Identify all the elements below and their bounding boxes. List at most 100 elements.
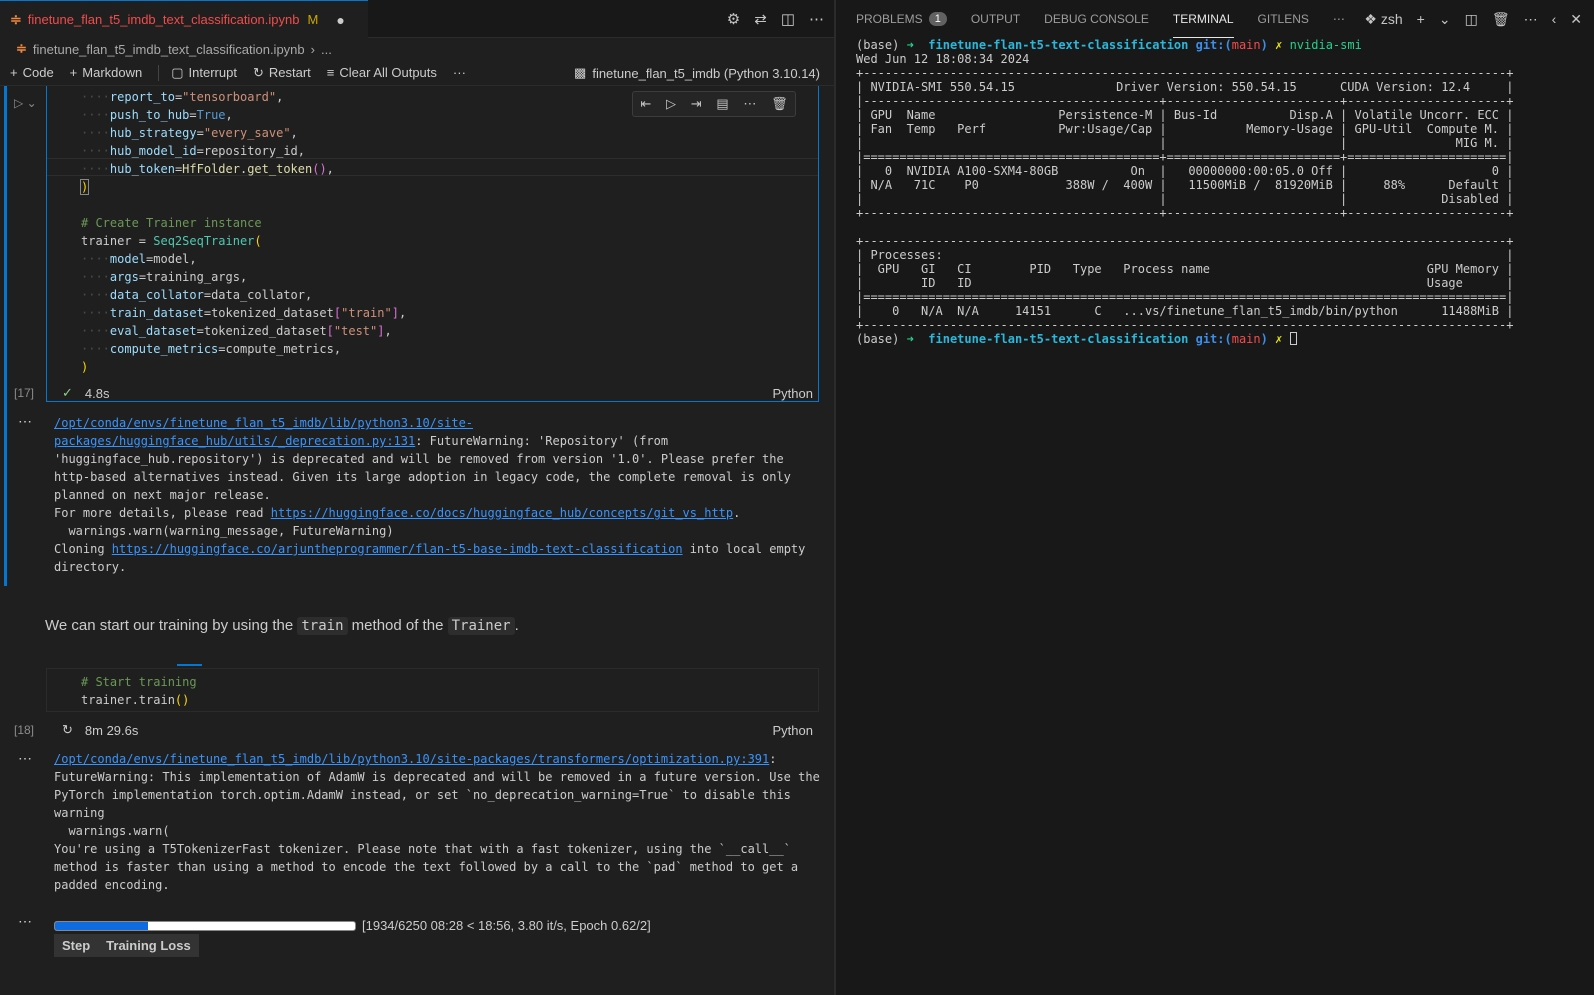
- interrupt-button[interactable]: ▢ Interrupt: [171, 65, 237, 81]
- kill-terminal-icon[interactable]: 🗑: [1492, 11, 1510, 28]
- stop-square-icon: ▢: [171, 64, 184, 80]
- close-icon[interactable]: ✕: [1570, 11, 1582, 28]
- cell-toolbar: ⇤ ▷ ⇥ ▤ ⋯ 🗑: [632, 91, 796, 117]
- panel-tab-bar: PROBLEMS 1 OUTPUT DEBUG CONSOLE TERMINAL …: [836, 0, 1594, 38]
- plus-icon: +: [10, 65, 18, 80]
- chevron-left-icon[interactable]: ‹: [1552, 11, 1557, 27]
- plus-icon: +: [69, 65, 78, 80]
- code-line: ····hub_strategy="every_save",: [81, 126, 298, 140]
- terminal-cursor: [1289, 332, 1297, 345]
- nvidia-smi-output: +---------------------------------------…: [856, 66, 1514, 332]
- breadcrumb-file[interactable]: finetune_flan_t5_imdb_text_classificatio…: [33, 42, 305, 57]
- cell-output: /opt/conda/envs/finetune_flan_t5_imdb/li…: [54, 752, 820, 892]
- delete-cell-icon[interactable]: 🗑: [771, 96, 788, 112]
- code-line: ····report_to="tensorboard",: [81, 90, 284, 104]
- output-more-icon[interactable]: ⋯: [18, 413, 33, 430]
- code-line: ····train_dataset=tokenized_dataset["tra…: [81, 306, 407, 320]
- modified-badge: M: [307, 12, 319, 27]
- terminal-shell-selector[interactable]: ❖ zsh: [1364, 11, 1402, 28]
- run-cell-icon[interactable]: ▷: [666, 96, 676, 112]
- terminal-output[interactable]: (base) ➜ finetune-flan-t5-text-classific…: [856, 38, 1586, 346]
- output-link[interactable]: https://huggingface.co/docs/huggingface_…: [271, 506, 733, 520]
- run-cell-button[interactable]: ▷ ⌄: [14, 96, 37, 110]
- code-line: trainer.train(): [81, 693, 190, 707]
- cell-focus-indicator: [4, 86, 7, 586]
- settings-gear-icon[interactable]: ⚙: [727, 10, 740, 28]
- restart-button[interactable]: ↻ Restart: [253, 65, 311, 81]
- unsaved-dot-icon[interactable]: ●: [336, 12, 344, 28]
- cell-language[interactable]: Python: [773, 723, 813, 738]
- more-actions-icon[interactable]: ⋯: [809, 10, 824, 28]
- tab-terminal[interactable]: TERMINAL: [1172, 0, 1234, 38]
- run-below-icon[interactable]: ⇥: [691, 96, 702, 112]
- tab-output[interactable]: OUTPUT: [971, 0, 1020, 38]
- kernel-picker[interactable]: ▩ finetune_flan_t5_imdb (Python 3.10.14): [574, 60, 820, 86]
- breadcrumb-separator-icon: ›: [310, 41, 315, 57]
- kernel-icon: ▩: [574, 65, 587, 80]
- terminal-date: Wed Jun 12 18:08:34 2024: [856, 52, 1030, 66]
- add-code-cell-button[interactable]: + Code: [10, 65, 54, 80]
- restart-icon: ↻: [252, 64, 264, 80]
- training-progress: [1934/6250 08:28 < 18:56, 3.80 it/s, Epo…: [54, 918, 651, 933]
- clear-all-outputs-button[interactable]: ≡ Clear All Outputs: [327, 65, 437, 80]
- breadcrumb-more[interactable]: ...: [321, 42, 332, 57]
- code-line: ····eval_dataset=tokenized_dataset["test…: [81, 324, 392, 338]
- insert-cell-indicator: [177, 664, 202, 666]
- code-cell[interactable]: ····report_to="tensorboard", ····push_to…: [46, 86, 819, 402]
- jupyter-icon: ≑: [10, 11, 22, 27]
- notebook-toolbar: + Code + Markdown ▢ Interrupt ↻ Restart ≡ Cle…: [0, 60, 834, 86]
- notebook-editor: ≑ finetune_flan_t5_imdb_text_classificat…: [0, 0, 834, 995]
- split-cell-icon[interactable]: ▤: [716, 96, 728, 112]
- chevron-down-icon[interactable]: ⌄: [1439, 11, 1451, 28]
- breadcrumb: ≑ finetune_flan_t5_imdb_text_classificat…: [0, 38, 834, 60]
- editor-tab-notebook[interactable]: ≑ finetune_flan_t5_imdb_text_classificat…: [0, 0, 368, 38]
- output-link[interactable]: /opt/conda/envs/finetune_flan_t5_imdb/li…: [54, 416, 473, 448]
- tab-title: finetune_flan_t5_imdb_text_classificatio…: [27, 12, 300, 27]
- code-line: ····hub_token=HfFolder.get_token(),: [81, 162, 334, 176]
- tab-gitlens[interactable]: GITLENS: [1258, 0, 1309, 38]
- more-toolbar-button[interactable]: ···: [453, 65, 466, 80]
- progress-bar: [54, 920, 356, 931]
- execution-count: [17]: [14, 386, 35, 400]
- cell-status-bar: ✓ 4.8s Python: [46, 382, 819, 404]
- cell-status-bar: ↻ 8m 29.6s Python: [46, 719, 819, 741]
- open-changes-icon[interactable]: ⇄: [754, 10, 767, 28]
- cell-duration: 4.8s: [84, 385, 110, 401]
- editor-actions: ⚙ ⇄ ◫ ⋯: [727, 0, 824, 38]
- markdown-cell[interactable]: We can start our training by using the t…: [45, 617, 519, 635]
- output-more-icon[interactable]: ⋯: [18, 913, 33, 930]
- tab-debug-console[interactable]: DEBUG CONSOLE: [1044, 0, 1149, 38]
- cell-output: /opt/conda/envs/finetune_flan_t5_imdb/li…: [54, 416, 813, 574]
- code-line: ····push_to_hub=True,: [81, 108, 233, 122]
- progress-bar-fill: [55, 921, 148, 930]
- code-line: ····hub_model_id=repository_id,: [81, 144, 305, 158]
- cell-language[interactable]: Python: [773, 386, 813, 401]
- add-markdown-cell-button[interactable]: + Markdown: [70, 65, 143, 80]
- code-line: ): [81, 360, 89, 374]
- code-cell[interactable]: # Start training trainer.train(): [46, 668, 819, 712]
- code-line: ····compute_metrics=compute_metrics,: [81, 342, 342, 356]
- code-line: ····model=model,: [81, 252, 197, 266]
- terminal-prompt: (base) ➜ finetune-flan-t5-text-classific…: [856, 38, 1362, 52]
- run-above-icon[interactable]: ⇤: [640, 96, 651, 112]
- output-link[interactable]: https://huggingface.co/arjuntheprogramme…: [112, 542, 683, 556]
- code-line: trainer = Seq2SeqTrainer(: [81, 234, 262, 248]
- code-line: ····args=training_args,: [81, 270, 248, 284]
- more-cell-actions-icon[interactable]: ⋯: [743, 96, 756, 112]
- tab-problems[interactable]: PROBLEMS 1: [856, 0, 947, 38]
- output-link[interactable]: /opt/conda/envs/finetune_flan_t5_imdb/li…: [54, 752, 769, 766]
- new-terminal-icon[interactable]: +: [1417, 11, 1425, 27]
- clear-list-icon: ≡: [326, 65, 335, 80]
- more-tabs-icon[interactable]: ⋯: [1333, 0, 1345, 38]
- progress-label: [1934/6250 08:28 < 18:56, 3.80 it/s, Epo…: [362, 918, 651, 933]
- bottom-panel: PROBLEMS 1 OUTPUT DEBUG CONSOLE TERMINAL …: [836, 0, 1594, 995]
- terminal-prompt: (base) ➜ finetune-flan-t5-text-classific…: [856, 332, 1297, 346]
- code-comment: # Start training: [81, 675, 197, 689]
- code-line: ····data_collator=data_collator,: [81, 288, 313, 302]
- training-table-header: Step Training Loss: [54, 934, 199, 957]
- more-actions-icon[interactable]: ⋯: [1524, 11, 1538, 28]
- code-line: ): [79, 179, 90, 195]
- split-terminal-icon[interactable]: ◫: [1465, 11, 1478, 28]
- output-more-icon[interactable]: ⋯: [18, 750, 33, 767]
- split-editor-icon[interactable]: ◫: [781, 10, 795, 28]
